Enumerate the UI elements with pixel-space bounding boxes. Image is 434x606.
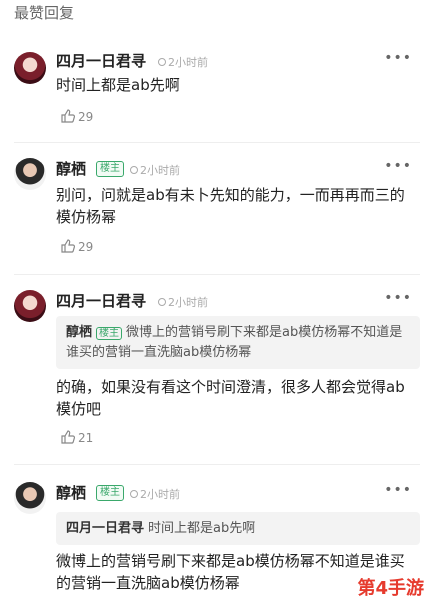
quoted-reply[interactable]: 醇栖 楼主 微博上的营销号刷下来都是ab模仿杨幂不知道是谁买的营销一直洗脑ab模仿杨… [56, 316, 420, 369]
timestamp: 2小时前 [130, 162, 180, 178]
avatar[interactable] [14, 158, 46, 190]
thumbs-up-icon [61, 109, 76, 123]
divider [14, 274, 420, 275]
clock-icon [158, 298, 166, 306]
like-count: 29 [78, 110, 94, 124]
quote-author: 醇栖 [66, 325, 93, 340]
comment-text: 时间上都是ab先啊 [56, 76, 180, 94]
clock-icon [158, 58, 166, 66]
author-name[interactable]: 四月一日君寻 [56, 290, 146, 311]
op-badge: 楼主 [96, 161, 124, 177]
comment-1: 四月一日君寻 2小时前 ••• 时间上都是ab先啊 29 [0, 40, 434, 135]
divider [14, 142, 420, 143]
like-count: 21 [78, 431, 94, 445]
avatar[interactable] [14, 290, 46, 322]
quote-text: 时间上都是ab先啊 [148, 521, 256, 536]
comment-2: 醇栖 楼主 2小时前 ••• 别问，问就是ab有未卜先知的能力，一而再再而三的模… [0, 150, 434, 268]
section-title: 最赞回复 [14, 4, 75, 22]
avatar[interactable] [14, 52, 46, 84]
quoted-reply[interactable]: 四月一日君寻 时间上都是ab先啊 [56, 512, 420, 545]
author-name[interactable]: 醇栖 [56, 482, 86, 503]
divider [14, 464, 420, 465]
comment-text: 微博上的营销号刷下来都是ab模仿杨幂不知道是谁买的营销一直洗脑ab模仿杨幂 [56, 552, 405, 592]
avatar[interactable] [14, 482, 46, 514]
timestamp: 2小时前 [130, 486, 180, 502]
more-options-icon[interactable]: ••• [384, 482, 412, 498]
author-name[interactable]: 四月一日君寻 [56, 50, 146, 71]
timestamp: 2小时前 [158, 54, 208, 70]
more-options-icon[interactable]: ••• [384, 158, 412, 174]
like-button[interactable]: 29 [60, 108, 93, 124]
clock-icon [130, 166, 138, 174]
comment-text: 别问，问就是ab有未卜先知的能力，一而再再而三的模仿杨幂 [56, 186, 405, 226]
like-button[interactable]: 29 [60, 238, 93, 254]
op-badge: 楼主 [96, 485, 124, 501]
more-options-icon[interactable]: ••• [384, 50, 412, 66]
comment-3: 四月一日君寻 2小时前 ••• 醇栖 楼主 微博上的营销号刷下来都是ab模仿杨幂不知… [0, 282, 434, 457]
clock-icon [130, 490, 138, 498]
like-button[interactable]: 21 [60, 429, 93, 445]
quote-author: 四月一日君寻 [66, 521, 145, 536]
thumbs-up-icon [61, 430, 76, 444]
op-badge: 楼主 [96, 327, 123, 340]
comment-text: 的确，如果没有看这个时间澄清，很多人都会觉得ab模仿吧 [56, 378, 405, 418]
site-watermark: 第4手游 [357, 578, 424, 599]
author-name[interactable]: 醇栖 [56, 158, 86, 179]
timestamp: 2小时前 [158, 294, 208, 310]
thumbs-up-icon [61, 239, 76, 253]
more-options-icon[interactable]: ••• [384, 290, 412, 306]
like-count: 29 [78, 240, 94, 254]
